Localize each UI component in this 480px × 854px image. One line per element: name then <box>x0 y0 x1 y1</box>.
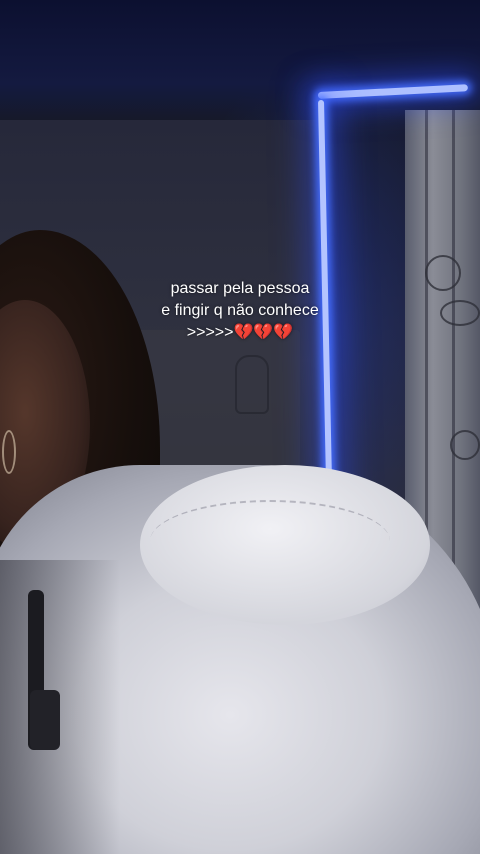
caption-line-1: passar pela pessoa <box>170 280 310 297</box>
story-photo: passar pela pessoa e fingir q não conhec… <box>0 0 480 854</box>
story-caption: passar pela pessoa e fingir q não conhec… <box>0 278 480 344</box>
drawstring-tip <box>30 690 60 750</box>
poster-doodle <box>235 355 269 414</box>
caption-line-3: >>>>>💔💔💔 <box>186 324 294 341</box>
curtain-doodle <box>450 430 480 460</box>
hoop-earring <box>2 430 16 474</box>
hoodie-shadow <box>0 560 120 854</box>
ceiling <box>0 0 480 120</box>
hoodie-seam <box>150 500 390 582</box>
caption-line-2: e fingir q não conhece <box>161 302 319 319</box>
